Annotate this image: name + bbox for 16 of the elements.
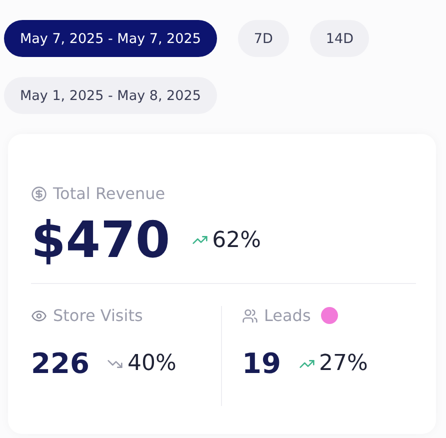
trend-percent: 62% xyxy=(212,228,262,252)
date-range-chip[interactable]: 7D xyxy=(238,20,289,57)
users-icon xyxy=(242,308,258,324)
date-range-chip[interactable]: 14D xyxy=(310,20,370,57)
metric-label: Total Revenue xyxy=(53,184,166,203)
dollar-icon xyxy=(31,186,47,202)
metric-value: 19 xyxy=(242,347,281,380)
date-range-chip[interactable]: May 7, 2025 - May 7, 2025 xyxy=(4,20,217,57)
metric-label: Leads xyxy=(264,306,311,325)
trend-percent: 40% xyxy=(127,351,176,376)
metric-value: 226 xyxy=(31,347,90,380)
metric-label: Store Visits xyxy=(53,306,143,325)
eye-icon xyxy=(31,308,47,324)
trend-percent: 27% xyxy=(318,351,368,376)
date-range-chip[interactable]: May 1, 2025 - May 8, 2025 xyxy=(4,77,217,114)
metric-value: $470 xyxy=(31,211,170,269)
